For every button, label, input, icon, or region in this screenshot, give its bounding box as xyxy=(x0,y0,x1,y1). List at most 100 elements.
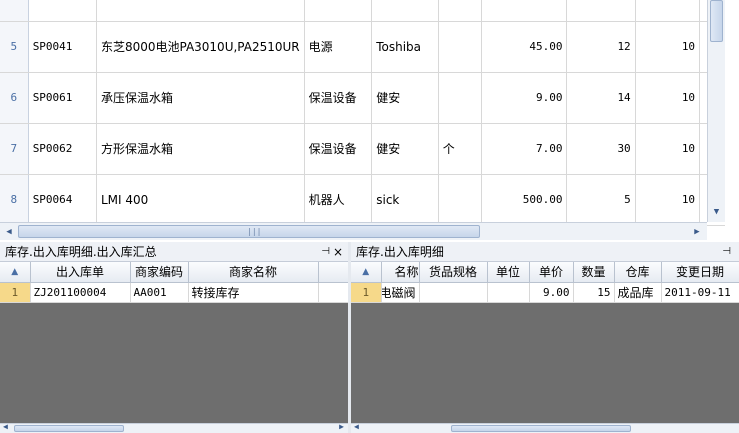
right-panel-scroll-thumb[interactable] xyxy=(451,425,631,432)
table-row[interactable]: 6 SP0061 承压保温水箱 保温设备 健安 9.00 14 10 xyxy=(0,72,739,124)
left-panel: 库存.出入库明细.出入库汇总 ⊣ × ▲ 出入库单 商家编码 商家名称 1 ZJ… xyxy=(0,242,348,433)
scroll-left-arrow-icon[interactable]: ◀ xyxy=(3,422,8,431)
column-header[interactable]: 出入库单 xyxy=(30,262,131,283)
right-panel-title-bar: 库存.出入库明细 ⊣ xyxy=(351,242,739,262)
quantity-cell[interactable]: 12 xyxy=(566,21,636,73)
left-panel-title-bar: 库存.出入库明细.出入库汇总 ⊣ × xyxy=(0,242,348,262)
unit-cell[interactable] xyxy=(438,21,482,73)
min-stock-cell[interactable] xyxy=(635,0,701,22)
quantity-cell[interactable] xyxy=(566,0,636,22)
product-name-cell[interactable]: 承压保温水箱 xyxy=(96,72,305,124)
scroll-down-arrow-icon[interactable]: ▼ xyxy=(710,205,723,220)
product-code-cell[interactable] xyxy=(28,0,97,22)
spec-cell[interactable] xyxy=(419,282,488,303)
row-number: 1 xyxy=(351,282,382,303)
left-panel-horizontal-scrollbar[interactable]: ◀ ▶ xyxy=(0,422,348,433)
product-name-cell[interactable]: LMI 400 xyxy=(96,174,305,226)
merchant-code-cell[interactable]: AA001 xyxy=(130,282,189,303)
price-cell[interactable]: 500.00 xyxy=(481,174,568,226)
product-grid: 5 SP0041 东芝8000电池PA3010U,PA2510UR 电源 Toshiba… xyxy=(0,0,739,240)
left-panel-title: 库存.出入库明细.出入库汇总 xyxy=(5,245,157,259)
column-header[interactable]: 数量 xyxy=(573,262,615,283)
table-row[interactable]: 5 SP0041 东芝8000电池PA3010U,PA2510UR 电源 Toshiba… xyxy=(0,21,739,73)
warehouse-cell[interactable]: 成品库 xyxy=(614,282,662,303)
product-name-cell[interactable] xyxy=(96,0,305,22)
date-cell[interactable]: 2011-09-11 xyxy=(661,282,739,303)
column-header[interactable]: 单位 xyxy=(487,262,530,283)
row-number: 5 xyxy=(0,21,29,73)
close-icon[interactable]: × xyxy=(333,242,343,262)
table-row[interactable] xyxy=(0,0,739,22)
category-cell[interactable] xyxy=(304,0,373,22)
vertical-scroll-thumb[interactable] xyxy=(710,0,723,42)
pin-icon[interactable]: ⊣ xyxy=(722,242,731,262)
unit-cell[interactable] xyxy=(438,0,482,22)
row-number: 6 xyxy=(0,72,29,124)
pin-icon[interactable]: ⊣ xyxy=(321,242,330,262)
price-cell[interactable]: 9.00 xyxy=(481,72,568,124)
quantity-cell[interactable]: 30 xyxy=(566,123,636,175)
category-cell[interactable]: 电源 xyxy=(304,21,373,73)
summary-table: ▲ 出入库单 商家编码 商家名称 1 ZJ201100004 AA001 转接库… xyxy=(0,262,348,303)
price-cell[interactable] xyxy=(481,0,568,22)
min-stock-cell[interactable]: 10 xyxy=(635,72,701,124)
unit-cell[interactable] xyxy=(438,72,482,124)
brand-cell[interactable]: sick xyxy=(371,174,439,226)
price-cell[interactable]: 45.00 xyxy=(481,21,568,73)
product-code-cell[interactable]: SP0064 xyxy=(28,174,97,226)
right-panel-title: 库存.出入库明细 xyxy=(356,245,444,259)
column-header[interactable]: 商家名称 xyxy=(188,262,319,283)
right-strip xyxy=(725,0,739,240)
order-cell[interactable]: ZJ201100004 xyxy=(30,282,131,303)
qty-cell[interactable]: 15 xyxy=(573,282,615,303)
table-row[interactable]: 8 SP0064 LMI 400 机器人 sick 500.00 5 10 xyxy=(0,174,739,226)
product-code-cell[interactable]: SP0062 xyxy=(28,123,97,175)
unit-cell[interactable] xyxy=(487,282,530,303)
scroll-right-arrow-icon[interactable]: ▶ xyxy=(339,422,344,431)
column-header[interactable]: 名称 xyxy=(381,262,420,283)
merchant-name-cell[interactable]: 转接库存 xyxy=(188,282,319,303)
min-stock-cell[interactable]: 10 xyxy=(635,21,701,73)
item-name-cell[interactable]: 电磁阀 xyxy=(381,282,420,303)
horizontal-scrollbar[interactable]: ◀ ||| ▶ xyxy=(0,222,707,240)
sort-corner-icon[interactable]: ▲ xyxy=(351,262,382,283)
row-number: 7 xyxy=(0,123,29,175)
left-panel-scroll-thumb[interactable] xyxy=(14,425,124,432)
sort-corner-icon[interactable]: ▲ xyxy=(0,262,31,283)
brand-cell[interactable]: Toshiba xyxy=(371,21,439,73)
min-stock-cell[interactable]: 10 xyxy=(635,123,701,175)
product-name-cell[interactable]: 东芝8000电池PA3010U,PA2510UR xyxy=(96,21,305,73)
horizontal-scroll-thumb[interactable]: ||| xyxy=(18,225,480,238)
quantity-cell[interactable]: 5 xyxy=(566,174,636,226)
brand-cell[interactable]: 健安 xyxy=(371,123,439,175)
column-header[interactable]: 仓库 xyxy=(614,262,662,283)
table-row[interactable]: 1 电磁阀 9.00 15 成品库 2011-09-11 xyxy=(351,282,739,303)
right-panel-horizontal-scrollbar[interactable]: ◀ xyxy=(351,422,739,433)
column-header[interactable]: 变更日期 xyxy=(661,262,739,283)
product-code-cell[interactable]: SP0041 xyxy=(28,21,97,73)
product-code-cell[interactable]: SP0061 xyxy=(28,72,97,124)
product-table: 5 SP0041 东芝8000电池PA3010U,PA2510UR 电源 Toshiba… xyxy=(0,0,739,226)
price-cell[interactable]: 9.00 xyxy=(529,282,574,303)
brand-cell[interactable]: 健安 xyxy=(371,72,439,124)
price-cell[interactable]: 7.00 xyxy=(481,123,568,175)
category-cell[interactable]: 机器人 xyxy=(304,174,373,226)
unit-cell[interactable]: 个 xyxy=(438,123,482,175)
category-cell[interactable]: 保温设备 xyxy=(304,72,373,124)
table-row[interactable]: 7 SP0062 方形保温水箱 保温设备 健安个 7.00 30 10 xyxy=(0,123,739,175)
brand-cell[interactable] xyxy=(371,0,439,22)
column-header[interactable]: 货品规格 xyxy=(419,262,488,283)
unit-cell[interactable] xyxy=(438,174,482,226)
column-header[interactable]: 单价 xyxy=(529,262,574,283)
scroll-right-arrow-icon[interactable]: ▶ xyxy=(690,225,704,239)
min-stock-cell[interactable]: 10 xyxy=(635,174,701,226)
product-name-cell[interactable]: 方形保温水箱 xyxy=(96,123,305,175)
vertical-scrollbar[interactable]: ▼ xyxy=(707,0,725,222)
row-number: 1 xyxy=(0,282,31,303)
column-header[interactable]: 商家编码 xyxy=(130,262,189,283)
table-row[interactable]: 1 ZJ201100004 AA001 转接库存 xyxy=(0,282,348,303)
category-cell[interactable]: 保温设备 xyxy=(304,123,373,175)
scroll-left-arrow-icon[interactable]: ◀ xyxy=(354,422,359,431)
quantity-cell[interactable]: 14 xyxy=(566,72,636,124)
scroll-left-arrow-icon[interactable]: ◀ xyxy=(2,225,16,239)
